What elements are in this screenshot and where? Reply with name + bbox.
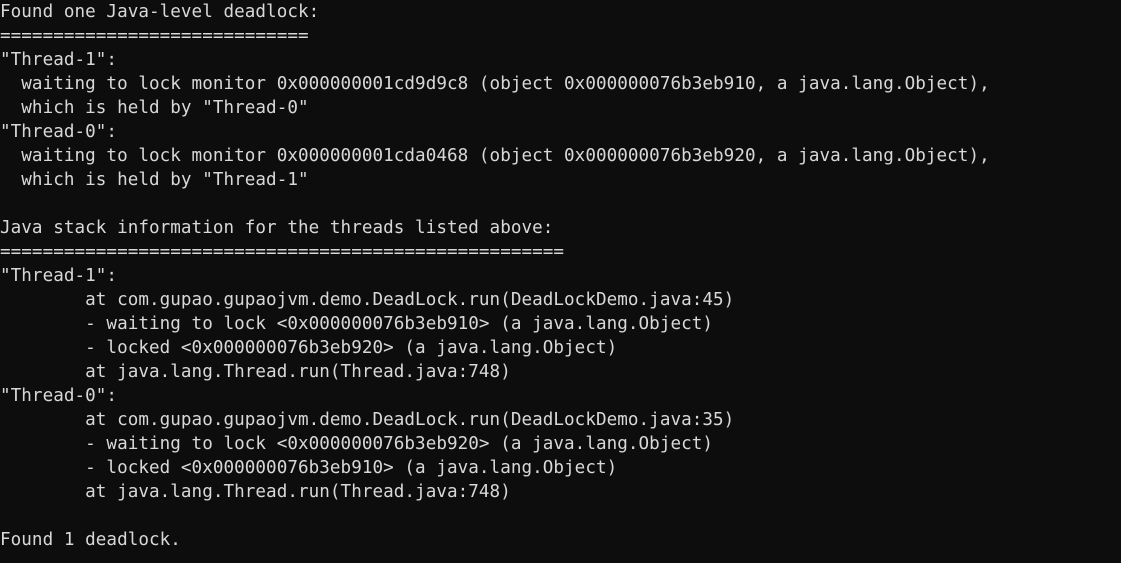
console-line: - waiting to lock <0x000000076b3eb920> (… [0,434,714,454]
console-line: which is held by "Thread-0" [0,98,309,118]
console-line: "Thread-0": [0,122,118,142]
console-line: ============================= [0,26,309,46]
console-line: "Thread-0": [0,386,118,406]
console-line: - locked <0x000000076b3eb920> (a java.la… [0,338,618,358]
console-line: "Thread-1": [0,50,118,70]
console-line: Found 1 deadlock. [0,530,181,550]
console-line: ========================================… [0,242,565,262]
console-line: which is held by "Thread-1" [0,170,309,190]
terminal-output-pane[interactable]: Found one Java-level deadlock: ==========… [0,0,1121,563]
console-line: waiting to lock monitor 0x000000001cd9d9… [0,74,990,94]
console-line: at com.gupao.gupaojvm.demo.DeadLock.run(… [0,290,735,310]
console-line: - locked <0x000000076b3eb910> (a java.la… [0,458,618,478]
console-line: "Thread-1": [0,266,118,286]
console-line: at com.gupao.gupaojvm.demo.DeadLock.run(… [0,410,735,430]
console-line: Found one Java-level deadlock: [0,2,320,22]
console-line: - waiting to lock <0x000000076b3eb910> (… [0,314,714,334]
console-line: at java.lang.Thread.run(Thread.java:748) [0,482,511,502]
console-line: waiting to lock monitor 0x000000001cda04… [0,146,990,166]
console-line: at java.lang.Thread.run(Thread.java:748) [0,362,511,382]
console-line: Java stack information for the threads l… [0,218,554,238]
